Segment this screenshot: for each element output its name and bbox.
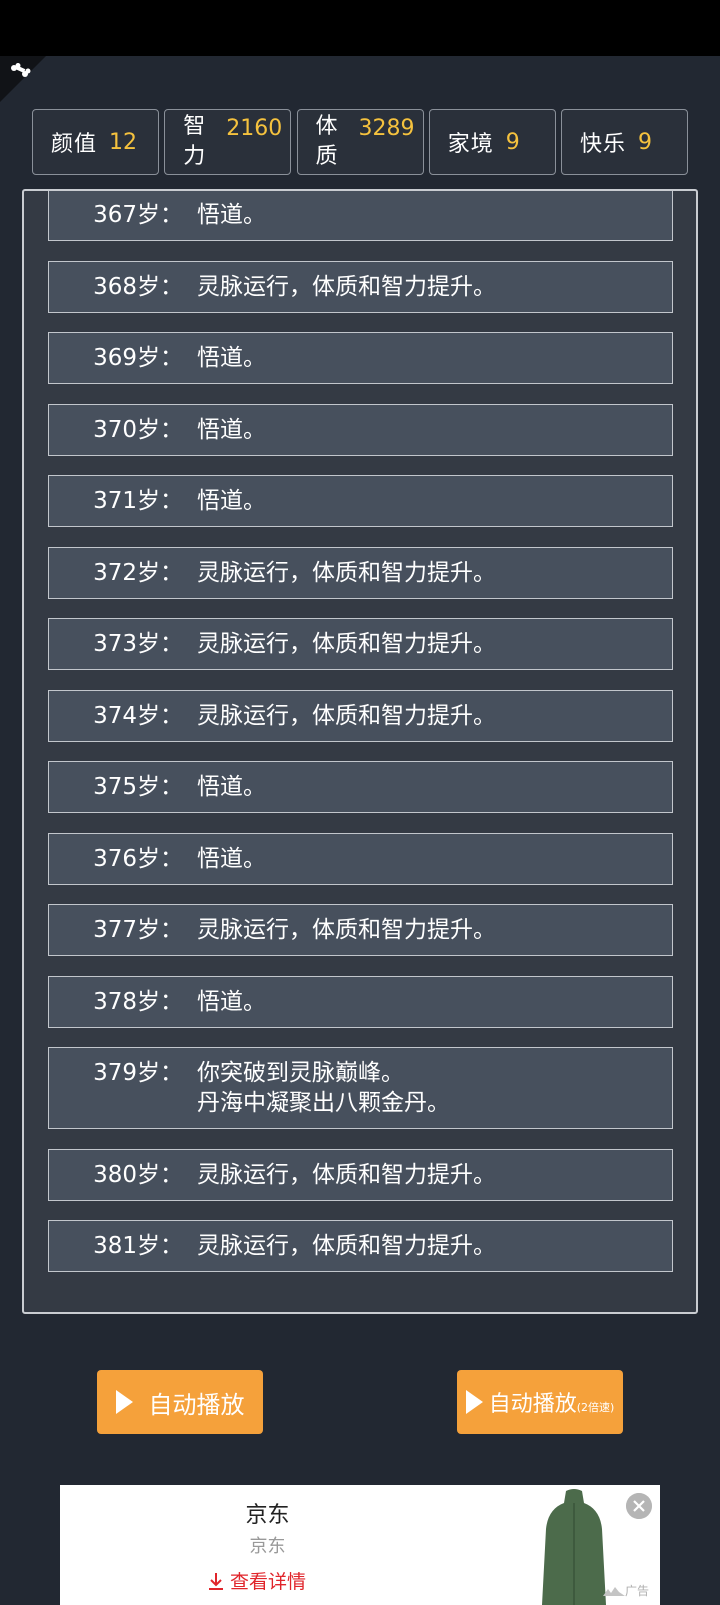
stat-value: 9 [505,129,520,155]
autoplay-fast-button[interactable]: 自动播放 (2倍速) [457,1370,623,1434]
log-entry: 373岁： 灵脉运行，体质和智力提升。 [48,618,673,670]
stat-intelligence: 智力 2160 [164,109,292,175]
log-entry: 368岁： 灵脉运行，体质和智力提升。 [48,260,673,313]
log-entry: 376岁： 悟道。 [48,832,673,885]
download-arrow-icon [209,1572,223,1590]
log-text: 悟道。 [197,416,266,443]
ad-cta-link[interactable]: 查看详情 [208,1567,306,1594]
stat-value: 2160 [226,116,283,141]
log-text: 悟道。 [197,202,266,228]
log-entry: 379岁： 你突破到灵脉巅峰。 丹海中凝聚出八颗金丹。 [48,1047,673,1129]
ad-banner[interactable]: 京东 京东 查看详情 广告 [60,1485,660,1605]
stat-label: 体质 [315,114,338,169]
log-text: 悟道。 [197,488,266,514]
autoplay-fast-label: 自动播放 [488,1392,577,1417]
ad-cta-label: 查看详情 [230,1571,307,1593]
log-age: 380岁： [93,1161,183,1188]
log-entry: 377岁： 灵脉运行，体质和智力提升。 [48,904,673,956]
ad-subtitle: 京东 [249,1536,286,1557]
log-age: 372岁： [93,559,183,586]
log-age: 368岁： [93,273,183,300]
log-entry: 381岁： 灵脉运行，体质和智力提升。 [48,1220,673,1272]
log-text: 灵脉运行，体质和智力提升。 [197,702,496,729]
log-text: 悟道。 [197,774,266,800]
stat-value: 12 [109,129,138,155]
ad-tag-label: 广告 [625,1584,650,1598]
log-age: 378岁： [93,988,183,1015]
log-text: 灵脉运行，体质和智力提升。 [197,631,496,657]
stat-label: 颜值 [51,132,98,157]
play-icon [115,1390,133,1414]
ad-network-icon [603,1586,625,1596]
log-age: 371岁： [93,488,183,514]
autoplay-fast-suffix: (2倍速) [576,1401,615,1414]
stat-label: 快乐 [580,132,627,157]
log-age: 376岁： [93,845,183,872]
log-entry: 370岁： 悟道。 [48,403,673,456]
log-text: 灵脉运行，体质和智力提升。 [197,1233,496,1259]
log-text: 悟道。 [197,345,266,371]
stat-appearance: 颜值 12 [32,109,159,175]
play-icon [465,1390,483,1414]
status-bar [0,0,720,56]
stats-bar: 颜值 12 智力 2160 体质 3289 家境 9 快乐 9 [32,109,688,175]
log-entry: 367岁： 悟道。 [48,191,673,241]
log-text: 灵脉运行，体质和智力提升。 [197,917,496,943]
stat-constitution: 体质 3289 [296,109,424,175]
ad-title: 京东 [245,1503,290,1528]
log-entry: 369岁： 悟道。 [48,332,673,384]
log-entry: 378岁： 悟道。 [48,975,673,1028]
log-age: 381岁： [93,1233,183,1259]
log-age: 375岁： [93,774,183,800]
coat-product-image[interactable] [538,1489,610,1605]
log-age: 367岁： [93,202,183,228]
stat-family: 家境 9 [428,109,556,175]
log-age: 369岁： [93,345,183,371]
stat-value: 3289 [358,116,415,141]
log-entry: 380岁： 灵脉运行，体质和智力提升。 [48,1148,673,1201]
stat-label: 智力 [183,114,206,169]
stat-label: 家境 [447,132,494,157]
life-log-list: 367岁： 悟道。 368岁： 灵脉运行，体质和智力提升。 369岁： 悟道。 … [48,191,673,1292]
log-age: 374岁： [93,702,183,729]
log-entry: 371岁： 悟道。 [48,475,673,527]
log-text: 你突破到灵脉巅峰。 丹海中凝聚出八颗金丹。 [197,1060,450,1116]
log-text: 灵脉运行，体质和智力提升。 [197,273,496,300]
ad-tag: 广告 [603,1582,649,1599]
log-entry: 372岁： 灵脉运行，体质和智力提升。 [48,546,673,599]
stat-value: 9 [638,129,653,155]
life-log-panel[interactable]: 367岁： 悟道。 368岁： 灵脉运行，体质和智力提升。 369岁： 悟道。 … [22,189,698,1314]
bone-icon[interactable] [10,63,32,79]
log-age: 377岁： [93,917,183,943]
autoplay-button[interactable]: 自动播放 [97,1370,263,1434]
stat-happiness: 快乐 9 [561,109,688,175]
close-circle-icon[interactable] [626,1493,652,1519]
log-entry: 374岁： 灵脉运行，体质和智力提升。 [48,689,673,742]
log-text: 灵脉运行，体质和智力提升。 [197,559,496,586]
log-text: 悟道。 [197,988,266,1015]
log-entry: 375岁： 悟道。 [48,761,673,813]
log-age: 373岁： [93,631,183,657]
log-text: 灵脉运行，体质和智力提升。 [197,1161,496,1188]
log-age: 370岁： [93,416,183,443]
log-age: 379岁： [93,1060,183,1086]
log-text: 悟道。 [197,845,266,872]
autoplay-label: 自动播放 [148,1390,245,1419]
